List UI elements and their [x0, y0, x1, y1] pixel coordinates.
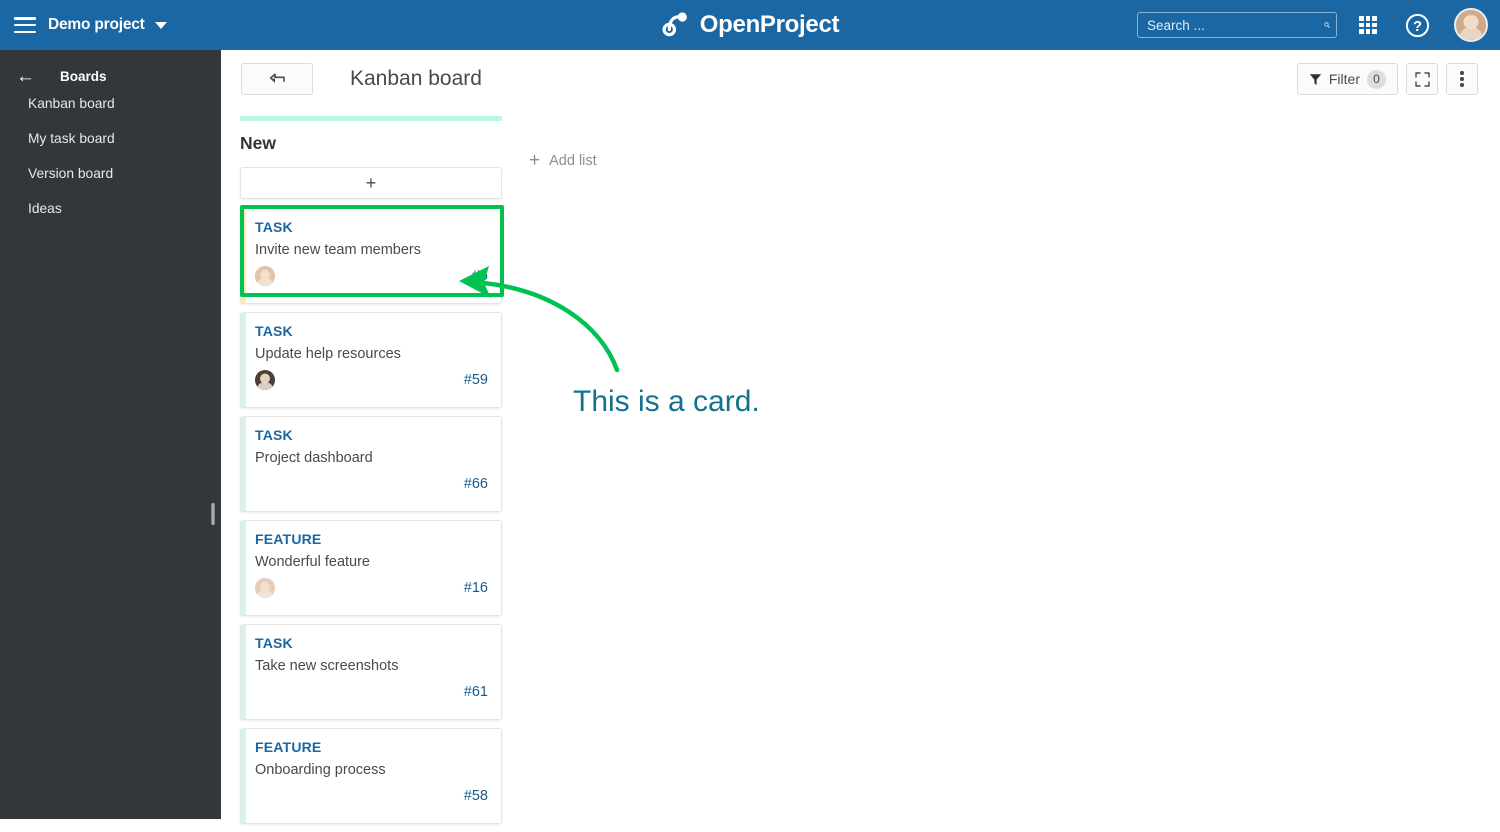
- card-title: Invite new team members: [255, 242, 422, 258]
- filter-count-badge: 0: [1367, 69, 1386, 89]
- card-title: Update help resources: [255, 346, 401, 362]
- card-id[interactable]: #59: [464, 372, 488, 388]
- search-box[interactable]: [1137, 12, 1337, 38]
- fullscreen-expand-icon: [1414, 71, 1430, 87]
- more-options-button[interactable]: [1446, 63, 1478, 95]
- openproject-logo-icon: [662, 12, 687, 37]
- card-assignee-avatar[interactable]: [255, 578, 275, 598]
- filter-label: Filter: [1328, 71, 1360, 87]
- card[interactable]: TASK Invite new team members #6: [240, 208, 502, 304]
- card-type-label: FEATURE: [255, 739, 322, 755]
- sidebar-item-label: Ideas: [28, 201, 62, 216]
- card[interactable]: TASK Update help resources #59: [240, 312, 502, 408]
- search-input[interactable]: [1147, 17, 1324, 33]
- hamburger-icon[interactable]: [14, 17, 36, 33]
- sidebar-item-version-board[interactable]: Version board: [0, 156, 221, 191]
- card-id[interactable]: #6: [472, 268, 488, 284]
- card-footer: #61: [255, 681, 488, 703]
- help-circle-icon[interactable]: ?: [1405, 13, 1430, 38]
- card-assignee-avatar[interactable]: [255, 266, 275, 286]
- card-title: Take new screenshots: [255, 658, 399, 674]
- card-footer: #58: [255, 785, 488, 807]
- sidebar-item-ideas[interactable]: Ideas: [0, 191, 221, 226]
- card-footer: #16: [255, 577, 488, 599]
- sidebar-item-kanban-board[interactable]: Kanban board: [0, 86, 221, 121]
- column-title: New: [240, 133, 276, 153]
- toolbar-actions: Filter 0: [1296, 63, 1478, 95]
- add-list-button[interactable]: + Add list: [529, 151, 597, 170]
- card[interactable]: TASK Project dashboard #66: [240, 416, 502, 512]
- card-type-label: TASK: [255, 427, 293, 443]
- project-name[interactable]: Demo project: [48, 16, 145, 34]
- card-id[interactable]: #16: [464, 580, 488, 596]
- search-icon[interactable]: [1324, 17, 1330, 33]
- filter-button[interactable]: Filter 0: [1296, 63, 1398, 95]
- add-list-label: Add list: [549, 152, 597, 169]
- sidebar-items: Kanban board My task board Version board Id…: [0, 86, 221, 226]
- back-button[interactable]: [241, 63, 313, 95]
- back-return-arrow-icon: [268, 73, 285, 83]
- plus-icon: +: [365, 173, 377, 193]
- toolbar: Kanban board Filter 0: [221, 50, 1500, 108]
- card-id[interactable]: #66: [464, 476, 488, 492]
- sidebar: ← Boards Kanban board My task board Versio…: [0, 50, 221, 819]
- sidebar-item-label: Kanban board: [28, 96, 115, 111]
- plus-icon: +: [529, 150, 541, 171]
- openproject-logo[interactable]: OpenProject: [661, 11, 840, 39]
- avatar[interactable]: [1454, 8, 1488, 42]
- card-footer: #59: [255, 369, 488, 391]
- header-right-controls: ?: [1137, 0, 1488, 50]
- sidebar-title: Boards: [60, 69, 107, 84]
- card-title: Project dashboard: [255, 450, 373, 466]
- board-column-new: New + TASK Invite new team members #6 TASK U…: [240, 116, 502, 832]
- page-title: Kanban board: [350, 67, 482, 90]
- card-title: Wonderful feature: [255, 554, 370, 570]
- funnel-icon: [1309, 73, 1322, 85]
- board: New + TASK Invite new team members #6 TASK U…: [221, 108, 1500, 832]
- sidebar-item-label: My task board: [28, 131, 115, 146]
- svg-text:?: ?: [1413, 19, 1422, 35]
- card-type-label: FEATURE: [255, 531, 322, 547]
- card[interactable]: TASK Take new screenshots #61: [240, 624, 502, 720]
- caret-down-icon[interactable]: [154, 21, 167, 29]
- fullscreen-button[interactable]: [1406, 63, 1438, 95]
- card-footer: #66: [255, 473, 488, 495]
- more-vertical-icon: [1460, 71, 1464, 87]
- add-card-button[interactable]: +: [240, 167, 502, 199]
- sidebar-item-label: Version board: [28, 166, 114, 181]
- top-header: Demo project OpenProject ?: [0, 0, 1500, 50]
- card-list: TASK Invite new team members #6 TASK Update …: [240, 208, 502, 824]
- card[interactable]: FEATURE Onboarding process #58: [240, 728, 502, 824]
- card-footer: #6: [255, 265, 488, 287]
- card[interactable]: FEATURE Wonderful feature #16: [240, 520, 502, 616]
- grid-modules-icon[interactable]: [1359, 16, 1377, 34]
- card-type-label: TASK: [255, 219, 293, 235]
- sidebar-back[interactable]: ← Boards: [0, 50, 221, 86]
- arrow-left-icon[interactable]: ←: [16, 67, 35, 86]
- card-id[interactable]: #58: [464, 788, 488, 804]
- card-assignee-avatar[interactable]: [255, 370, 275, 390]
- main-content: Kanban board Filter 0 New + TASK Invite …: [221, 50, 1500, 824]
- card-type-label: TASK: [255, 635, 293, 651]
- card-title: Onboarding process: [255, 762, 386, 778]
- card-type-label: TASK: [255, 323, 293, 339]
- sidebar-item-my-task-board[interactable]: My task board: [0, 121, 221, 156]
- card-id[interactable]: #61: [464, 684, 488, 700]
- logo-text: OpenProject: [699, 11, 840, 38]
- sidebar-resize-handle[interactable]: [211, 503, 215, 525]
